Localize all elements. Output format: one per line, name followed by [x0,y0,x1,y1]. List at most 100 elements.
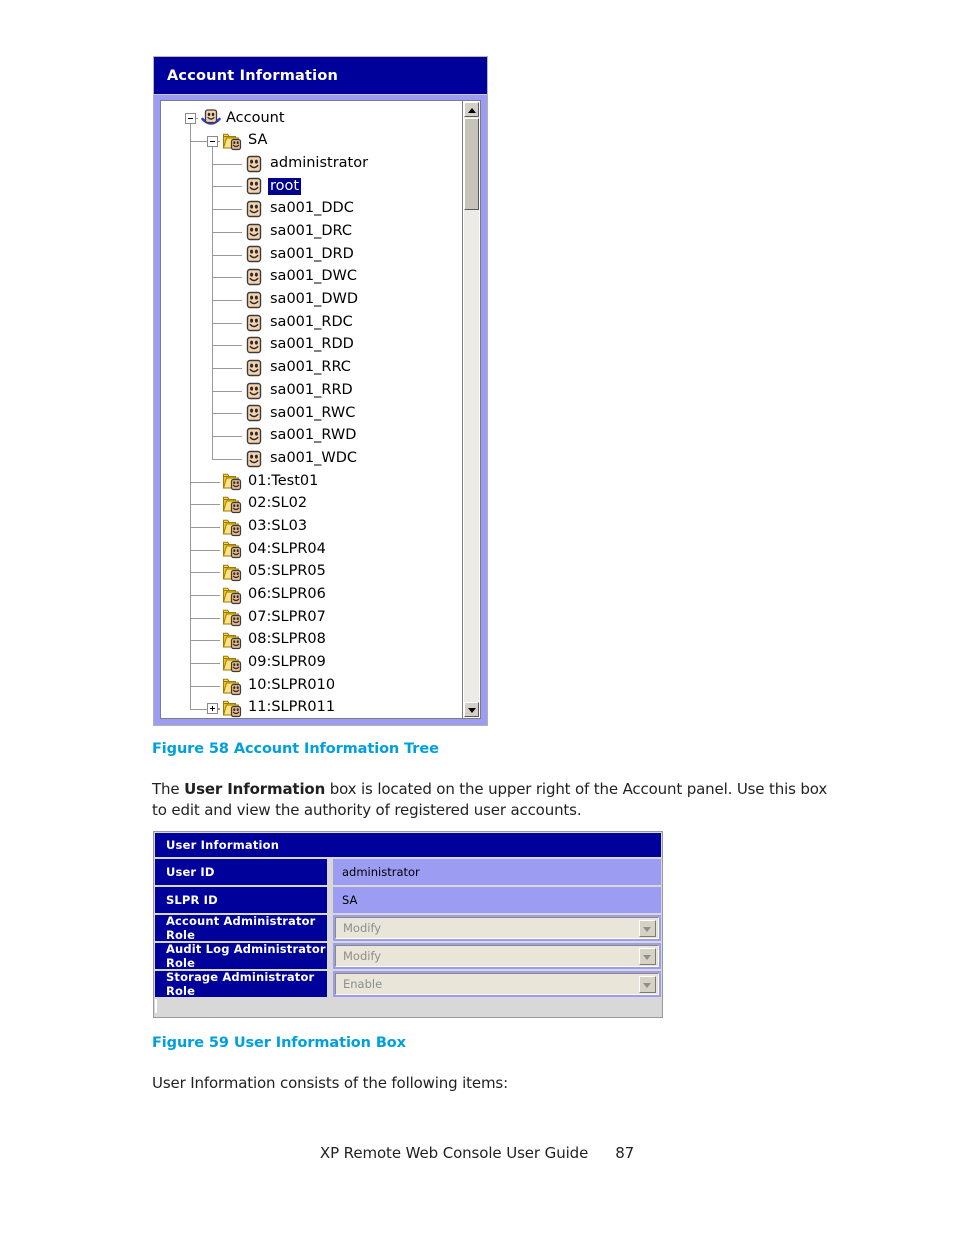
tree-node-label: 08:SLPR08 [248,631,326,648]
account-panel-titlebar: Account Information [153,56,488,94]
user-icon [244,426,264,446]
tree-node-sa001-dwc[interactable]: sa001_DWC [161,266,462,289]
chevron-down-icon[interactable] [639,947,656,965]
tree-node-06-slpr06[interactable]: 06:SLPR06 [161,583,462,606]
tree-vertical-scrollbar[interactable] [462,101,480,718]
tree-node-sa001-rdd[interactable]: sa001_RDD [161,334,462,357]
dropdown-account-administrator-role[interactable]: Modify [335,917,659,939]
dropdown-value-account-administrator-role: Modify [343,921,382,935]
paragraph-user-information-items: User Information consists of the followi… [152,1073,842,1094]
user-info-row-account-administrator-role: Account Administrator Role Modify [155,914,661,942]
user-info-label-user-id: User ID [155,859,327,885]
user-info-row-audit-log-administrator-role: Audit Log Administrator Role Modify [155,942,661,970]
par1-bold-term: User Information [184,780,326,798]
user-icon [244,335,264,355]
user-icon [244,176,264,196]
par1-text-part1: The [152,780,185,798]
account-panel-body: Account SA administrator root sa001_DDC sa001… [153,94,488,726]
tree-node-sa001-rrc[interactable]: sa001_RRC [161,357,462,380]
footer-page-number: 87 [615,1144,635,1162]
tree-node-sa001-ddc[interactable]: sa001_DDC [161,198,462,221]
account-panel-title: Account Information [167,67,339,84]
tree-node-05-slpr05[interactable]: 05:SLPR05 [161,561,462,584]
tree-node-08-slpr08[interactable]: 08:SLPR08 [161,629,462,652]
tree-node-administrator[interactable]: administrator [161,152,462,175]
tree-node-02-sl02[interactable]: 02:SL02 [161,493,462,516]
dropdown-value-storage-administrator-role: Enable [343,977,383,991]
user-info-rows: User ID administrator SLPR ID SA Account Adm… [154,859,662,998]
user-info-titlebar: User Information [155,833,661,857]
folder-user-icon [222,494,242,514]
tree-node-root[interactable]: root [161,175,462,198]
user-icon [244,403,264,423]
tree-node-11-slpr011[interactable]: 11:SLPR011 [161,697,462,718]
tree-node-sa001-drd[interactable]: sa001_DRD [161,243,462,266]
tree-node-label: 01:Test01 [248,472,319,489]
tree-node-sa001-rwd[interactable]: sa001_RWD [161,425,462,448]
folder-user-icon [222,698,242,718]
chevron-down-icon[interactable] [639,919,656,937]
user-icon [244,381,264,401]
tree-node-sa001-rwc[interactable]: sa001_RWC [161,402,462,425]
tree-node-label: sa001_DRC [270,223,353,240]
tree-node-label: sa001_RDC [270,313,353,330]
figure-58-caption: Figure 58 Account Information Tree [152,741,439,757]
user-information-box: User Information User ID administrator SLP… [153,831,663,1018]
user-info-label-audit-log-administrator-role: Audit Log Administrator Role [155,942,327,970]
scroll-up-button[interactable] [464,102,479,117]
collapse-node-icon[interactable] [185,112,196,124]
tree-node-09-slpr09[interactable]: 09:SLPR09 [161,652,462,675]
user-info-row-storage-administrator-role: Storage Administrator Role Enable [155,970,661,998]
tree-node-sa001-drc[interactable]: sa001_DRC [161,220,462,243]
tree-node-01-test01[interactable]: 01:Test01 [161,470,462,493]
folder-user-icon [222,131,242,151]
user-icon [244,222,264,242]
folder-user-icon [222,562,242,582]
tree-node-sa001-rrd[interactable]: sa001_RRD [161,379,462,402]
scroll-down-arrow-icon [468,708,476,713]
tree-node-label: SA [248,132,268,149]
scrollbar-thumb[interactable] [464,118,479,210]
dropdown-audit-log-administrator-role[interactable]: Modify [335,945,659,967]
tree-node-label: sa001_WDC [270,449,357,466]
user-icon [244,313,264,333]
tree-node-10-slpr010[interactable]: 10:SLPR010 [161,674,462,697]
tree-node-account[interactable]: Account [161,107,462,130]
tree-node-sa[interactable]: SA [161,130,462,153]
par2-text: User Information consists of the followi… [152,1074,508,1092]
scroll-down-button[interactable] [464,702,479,717]
user-root-icon [200,108,221,128]
dropdown-value-audit-log-administrator-role: Modify [343,949,382,963]
user-info-select-cell-account-administrator-role: Modify [333,915,661,941]
tree-node-label: sa001_RDD [270,336,354,353]
tree-node-label: Account [226,109,285,126]
tree-node-label: 09:SLPR09 [248,654,326,671]
page-footer: XP Remote Web Console User Guide 87 [0,1144,954,1162]
tree-node-04-slpr04[interactable]: 04:SLPR04 [161,538,462,561]
collapse-node-icon[interactable] [207,135,218,147]
chevron-down-icon[interactable] [639,975,656,993]
folder-user-icon [222,585,242,605]
dropdown-storage-administrator-role[interactable]: Enable [335,973,659,995]
tree-node-label: 05:SLPR05 [248,563,326,580]
tree-node-label: administrator [270,154,369,171]
account-tree-container: Account SA administrator root sa001_DDC sa001… [160,100,481,719]
user-info-value-user-id: administrator [333,859,661,885]
footer-title: XP Remote Web Console User Guide [319,1144,589,1162]
tree-node-label: sa001_RWC [270,404,356,421]
tree-node-label: root [268,177,302,196]
paragraph-user-information-intro: The User Information box is located on t… [152,779,842,820]
tree-node-sa001-rdc[interactable]: sa001_RDC [161,311,462,334]
tree-node-sa001-wdc[interactable]: sa001_WDC [161,447,462,470]
account-tree[interactable]: Account SA administrator root sa001_DDC sa001… [161,101,462,718]
scroll-up-arrow-icon [468,108,476,113]
tree-node-03-sl03[interactable]: 03:SL03 [161,515,462,538]
tree-node-label: sa001_DRD [270,245,354,262]
figure-59-caption: Figure 59 User Information Box [152,1035,406,1051]
tree-node-07-slpr07[interactable]: 07:SLPR07 [161,606,462,629]
tree-node-sa001-dwd[interactable]: sa001_DWD [161,289,462,312]
expand-node-icon[interactable] [207,702,218,714]
tree-node-label: 03:SL03 [248,517,308,534]
user-info-row-slpr-id: SLPR ID SA [155,887,661,913]
user-icon [244,449,264,469]
